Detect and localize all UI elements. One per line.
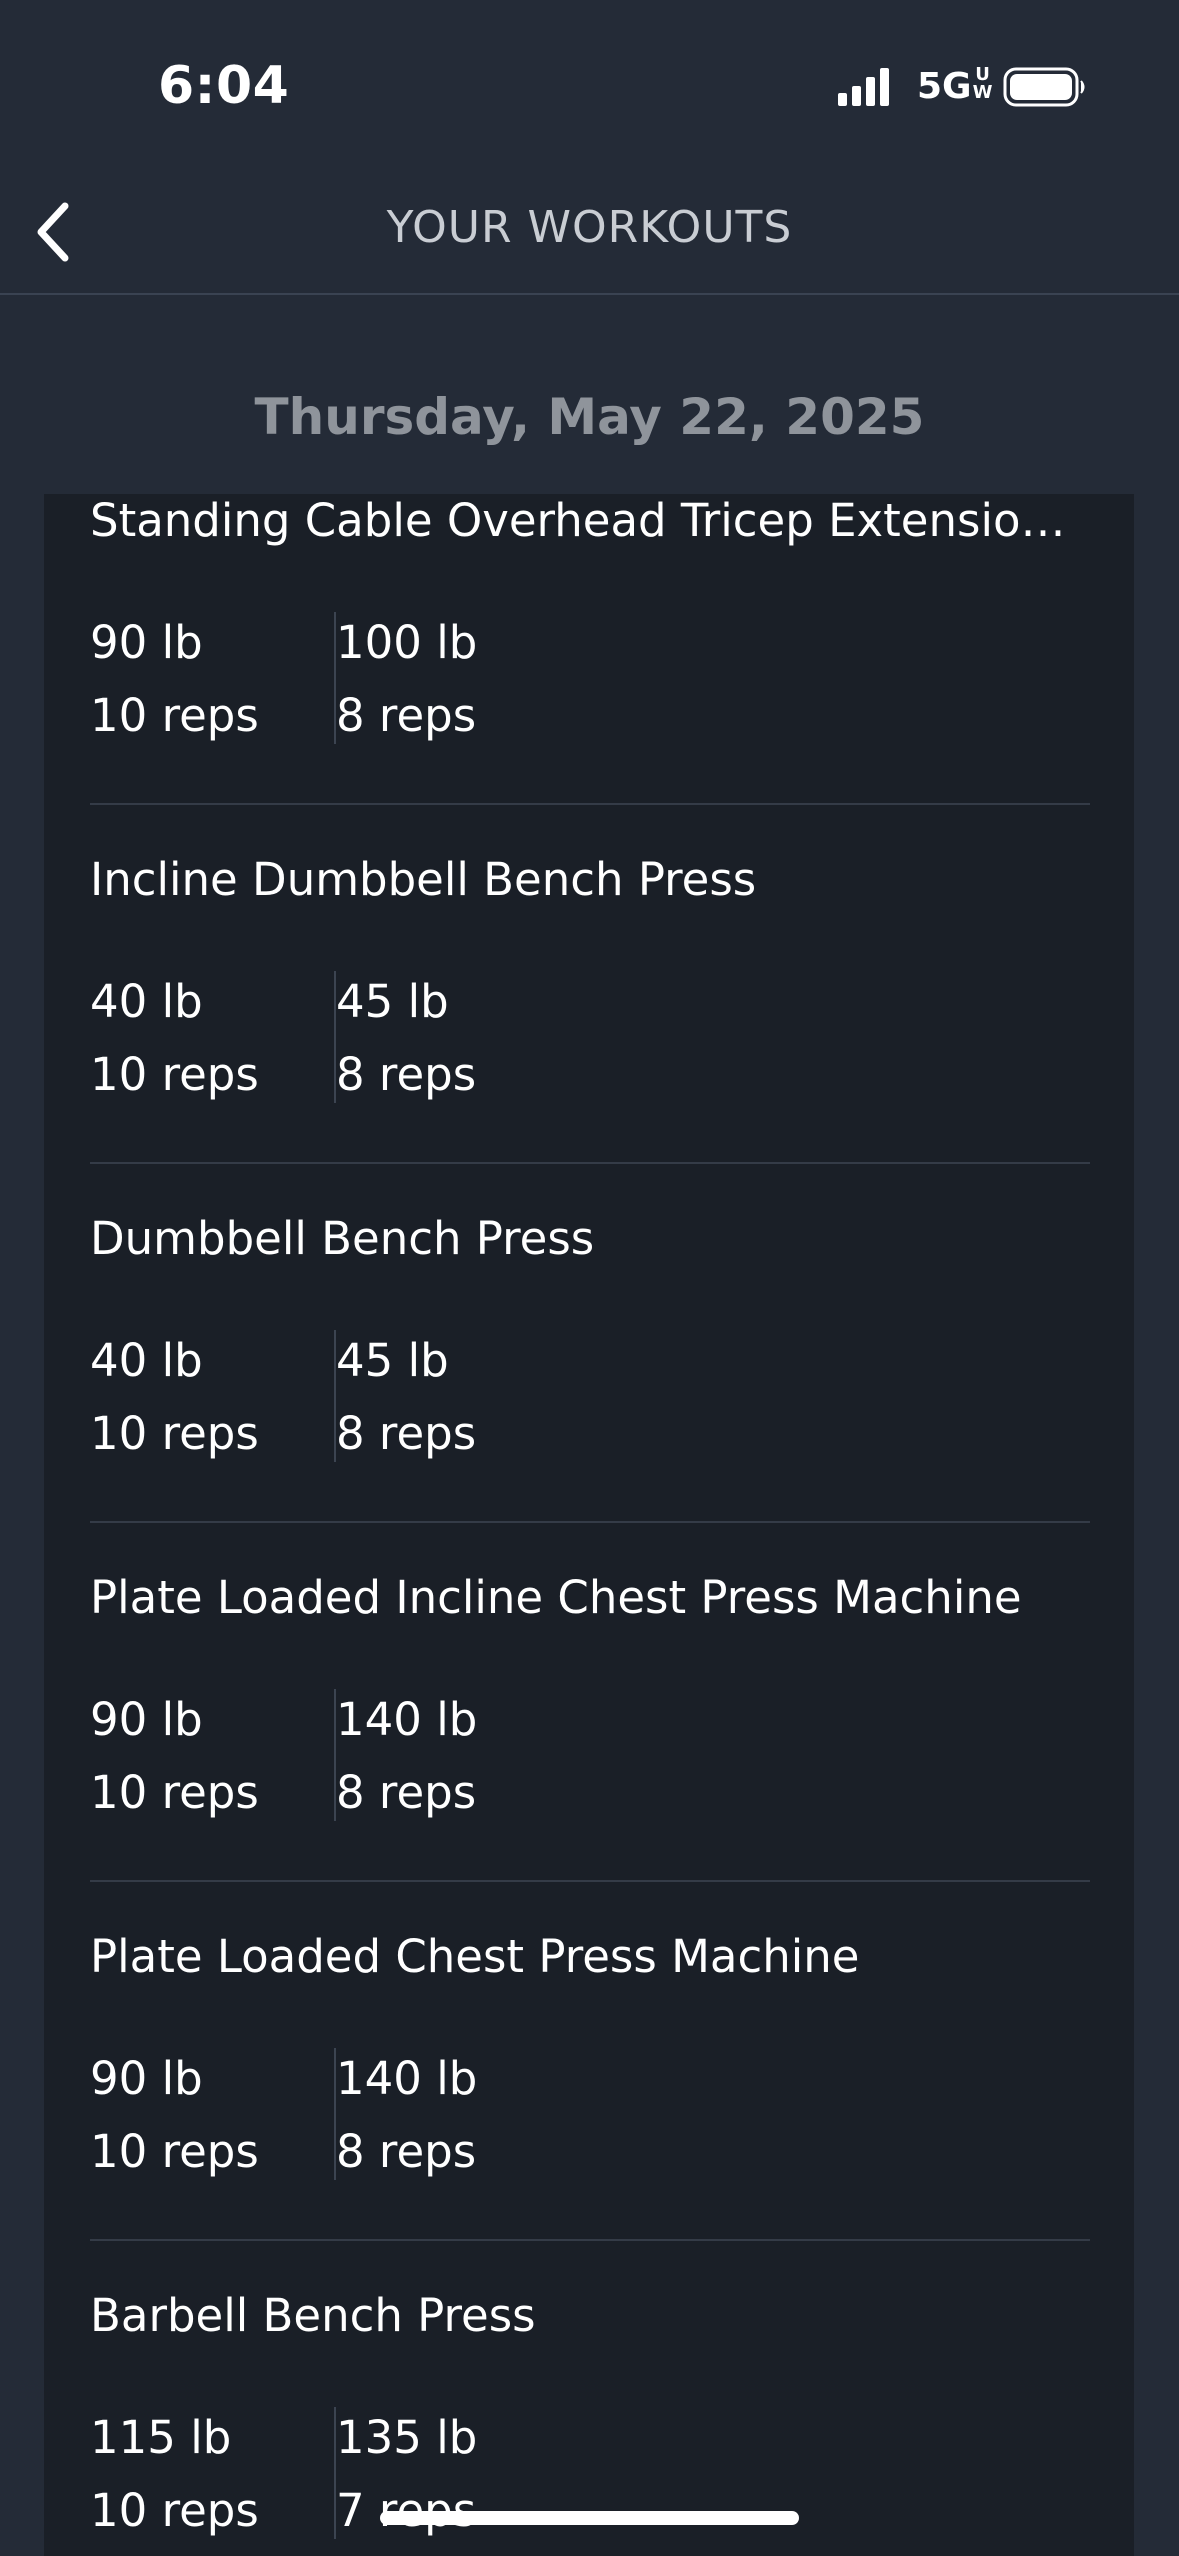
network-type-sup: UW — [972, 64, 993, 103]
set-2: 135 lb 7 reps — [336, 2401, 477, 2547]
set-reps: 10 reps — [90, 1766, 259, 1819]
home-indicator[interactable] — [380, 2511, 799, 2525]
exercise-name: Standing Cable Overhead Tricep Extensio… — [90, 494, 1066, 547]
screen: 6:04 5G UW YOUR WORKOUTS Thursday, May 22… — [0, 0, 1179, 2556]
set-weight: 90 lb — [90, 616, 203, 669]
set-2: 140 lb 8 reps — [336, 1683, 477, 1829]
set-reps: 10 reps — [90, 689, 259, 742]
exercise-item[interactable]: Dumbbell Bench Press 40 lb 10 reps 45 lb… — [90, 1212, 1090, 1571]
set-weight: 90 lb — [90, 1693, 203, 1746]
status-bar: 6:04 5G UW — [0, 0, 1179, 170]
exercise-item[interactable]: Incline Dumbbell Bench Press 40 lb 10 re… — [90, 853, 1090, 1212]
row-divider — [90, 1880, 1090, 1882]
status-time: 6:04 — [158, 56, 290, 116]
set-reps: 10 reps — [90, 1048, 259, 1101]
set-weight: 40 lb — [90, 975, 203, 1028]
set-reps: 10 reps — [90, 1407, 259, 1460]
set-1: 115 lb 10 reps — [90, 2401, 259, 2547]
battery-icon — [1003, 67, 1085, 107]
set-1: 90 lb 10 reps — [90, 1683, 259, 1829]
exercise-name: Dumbbell Bench Press — [90, 1212, 595, 1265]
cellular-signal-icon — [838, 68, 889, 106]
set-weight: 45 lb — [336, 975, 449, 1028]
set-weight: 45 lb — [336, 1334, 449, 1387]
exercise-name: Plate Loaded Incline Chest Press Machine — [90, 1571, 1022, 1624]
network-type: 5G — [917, 66, 972, 107]
set-1: 40 lb 10 reps — [90, 1324, 259, 1470]
row-divider — [90, 1162, 1090, 1164]
nav-bar: YOUR WORKOUTS — [0, 170, 1179, 295]
set-weight: 40 lb — [90, 1334, 203, 1387]
row-divider — [90, 803, 1090, 805]
row-divider — [90, 1521, 1090, 1523]
set-2: 45 lb 8 reps — [336, 965, 476, 1111]
set-reps: 10 reps — [90, 2484, 259, 2537]
set-1: 40 lb 10 reps — [90, 965, 259, 1111]
exercise-name: Plate Loaded Chest Press Machine — [90, 1930, 860, 1983]
set-reps: 8 reps — [336, 1766, 477, 1819]
row-divider — [90, 2239, 1090, 2241]
set-weight: 140 lb — [336, 1693, 478, 1746]
set-2: 45 lb 8 reps — [336, 1324, 476, 1470]
set-weight: 90 lb — [90, 2052, 203, 2105]
set-weight: 135 lb — [336, 2411, 478, 2464]
set-weight: 140 lb — [336, 2052, 478, 2105]
set-1: 90 lb 10 reps — [90, 2042, 259, 2188]
network-type-label: 5G UW — [917, 64, 994, 108]
set-weight: 115 lb — [90, 2411, 232, 2464]
set-reps: 10 reps — [90, 2125, 259, 2178]
set-1: 90 lb 10 reps — [90, 606, 259, 752]
set-2: 100 lb 8 reps — [336, 606, 477, 752]
set-reps: 8 reps — [336, 1048, 477, 1101]
exercise-name: Incline Dumbbell Bench Press — [90, 853, 757, 906]
exercise-item[interactable]: Plate Loaded Chest Press Machine 90 lb 1… — [90, 1930, 1090, 2289]
exercise-item[interactable]: Plate Loaded Incline Chest Press Machine… — [90, 1571, 1090, 1930]
set-2: 140 lb 8 reps — [336, 2042, 477, 2188]
set-reps: 8 reps — [336, 1407, 477, 1460]
page-title: YOUR WORKOUTS — [386, 202, 793, 253]
set-reps: 8 reps — [336, 689, 477, 742]
exercise-item[interactable]: Standing Cable Overhead Tricep Extensio…… — [90, 494, 1090, 853]
set-reps: 8 reps — [336, 2125, 477, 2178]
set-weight: 100 lb — [336, 616, 478, 669]
exercise-name: Barbell Bench Press — [90, 2289, 536, 2342]
workout-date: Thursday, May 22, 2025 — [254, 388, 925, 446]
workout-card: Standing Cable Overhead Tricep Extensio…… — [44, 494, 1134, 2556]
